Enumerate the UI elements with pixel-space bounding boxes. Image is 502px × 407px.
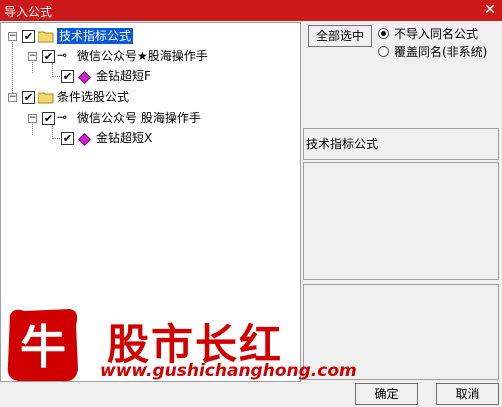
option-label: 覆盖同名(非系统) <box>394 45 488 59</box>
brand-url: www.gushichanghong.com <box>100 361 357 381</box>
window-title: 导入公式 <box>4 5 53 19</box>
checkbox-checked-icon[interactable]: ✔ <box>42 50 55 63</box>
collapse-icon[interactable]: − <box>28 114 37 123</box>
tree-node-author[interactable]: − ✔ ⊸ 微信公众号★股海操作手 <box>1 48 300 66</box>
tree-node-screen-formulas[interactable]: − ✔ 条件选股公式 <box>1 89 300 107</box>
radio-unselected-icon[interactable] <box>378 46 389 57</box>
tree-node-author[interactable]: − ✔ ⊸ 微信公众号 股海操作手 <box>1 110 300 128</box>
checkbox-checked-icon[interactable]: ✔ <box>22 30 35 43</box>
checkbox-checked-icon[interactable]: ✔ <box>22 91 35 104</box>
import-formula-dialog: 导入公式 ✕ − ✔ 技术指标公式 − ✔ ⊸ 微信公众号★股海操作手 ✔ 金钻… <box>0 0 502 407</box>
checkbox-checked-icon[interactable]: ✔ <box>42 112 55 125</box>
folder-icon <box>38 92 54 104</box>
collapse-icon[interactable]: − <box>8 32 17 41</box>
option-overwrite-same-name[interactable]: 覆盖同名(非系统) <box>378 45 487 59</box>
select-all-button[interactable]: 全部选中 <box>308 25 372 47</box>
brand-logo: 牛 <box>7 309 78 382</box>
ok-button[interactable]: 确定 <box>355 383 418 405</box>
folder-icon <box>38 31 54 43</box>
tree-node-label: 金钻超短F <box>96 69 151 83</box>
info-text: 技术指标公式 <box>306 137 379 151</box>
tree-node-label: 微信公众号★股海操作手 <box>77 49 208 63</box>
collapse-icon[interactable]: − <box>8 93 17 102</box>
tree-node-tech-formulas[interactable]: − ✔ 技术指标公式 <box>1 28 300 46</box>
tree-node-label: 金钻超短X <box>96 131 153 145</box>
checkbox-checked-icon[interactable]: ✔ <box>61 132 74 145</box>
key-icon: ⊸ <box>57 110 68 124</box>
tree-node-label: 条件选股公式 <box>57 90 130 104</box>
tree-node-formula[interactable]: ✔ 金钻超短X <box>1 130 300 148</box>
logo-char: 牛 <box>20 320 66 374</box>
key-icon: ⊸ <box>57 48 68 62</box>
formula-gem-icon <box>78 71 91 84</box>
button-bar <box>0 382 502 407</box>
collapse-icon[interactable]: − <box>28 52 37 61</box>
close-icon[interactable]: ✕ <box>480 1 500 19</box>
tree-node-formula[interactable]: ✔ 金钻超短F <box>1 68 300 86</box>
option-label: 不导入同名公式 <box>394 27 479 41</box>
formula-gem-icon <box>78 133 91 146</box>
option-skip-same-name[interactable]: 不导入同名公式 <box>378 27 478 41</box>
tree-node-label: 技术指标公式 <box>57 28 134 44</box>
checkbox-checked-icon[interactable]: ✔ <box>61 70 74 83</box>
description-panel <box>303 162 499 280</box>
title-bar: 导入公式 ✕ <box>0 0 502 21</box>
tree-node-label: 微信公众号 股海操作手 <box>77 111 201 125</box>
cancel-button[interactable]: 取消 <box>436 383 499 405</box>
radio-selected-icon[interactable] <box>378 28 389 39</box>
formula-info-panel: 技术指标公式 <box>303 128 499 160</box>
